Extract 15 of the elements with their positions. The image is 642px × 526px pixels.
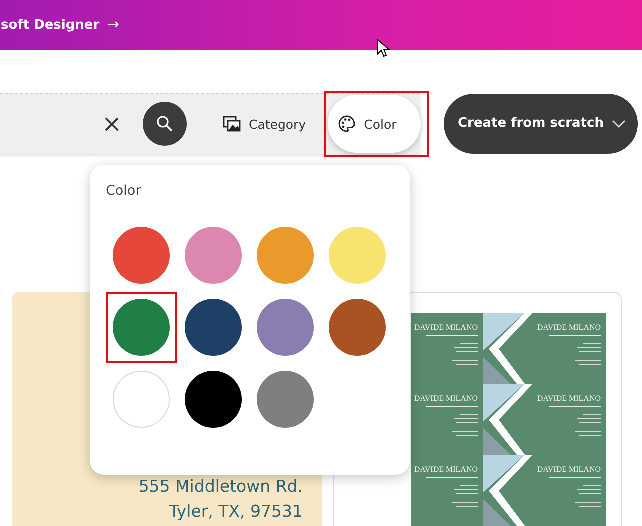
card-name-text: DAVIDE MILANO <box>414 465 478 474</box>
arrow-icon: → <box>108 17 120 33</box>
filter-button[interactable]: Color <box>328 95 421 153</box>
menu-title: Color <box>106 183 142 201</box>
card-name-text: DAVIDE MILANO <box>414 394 478 403</box>
card-name-text: DAVIDE MILANO <box>537 465 601 474</box>
card-name-text: DAVIDE MILANO <box>537 394 601 403</box>
banner-link[interactable]: soft Designer <box>1 18 100 32</box>
address-text: Tyler, TX, 97531 <box>169 501 303 523</box>
create-button[interactable]: Create from scratch <box>444 94 638 154</box>
filter-button[interactable]: Category <box>217 95 312 153</box>
card-name-text: DAVIDE MILANO <box>537 323 601 332</box>
clear-button[interactable]: × <box>102 112 122 136</box>
address-text: 555 Middletown Rd. <box>138 476 303 498</box>
card-name-text: DAVIDE MILANO <box>414 323 478 332</box>
